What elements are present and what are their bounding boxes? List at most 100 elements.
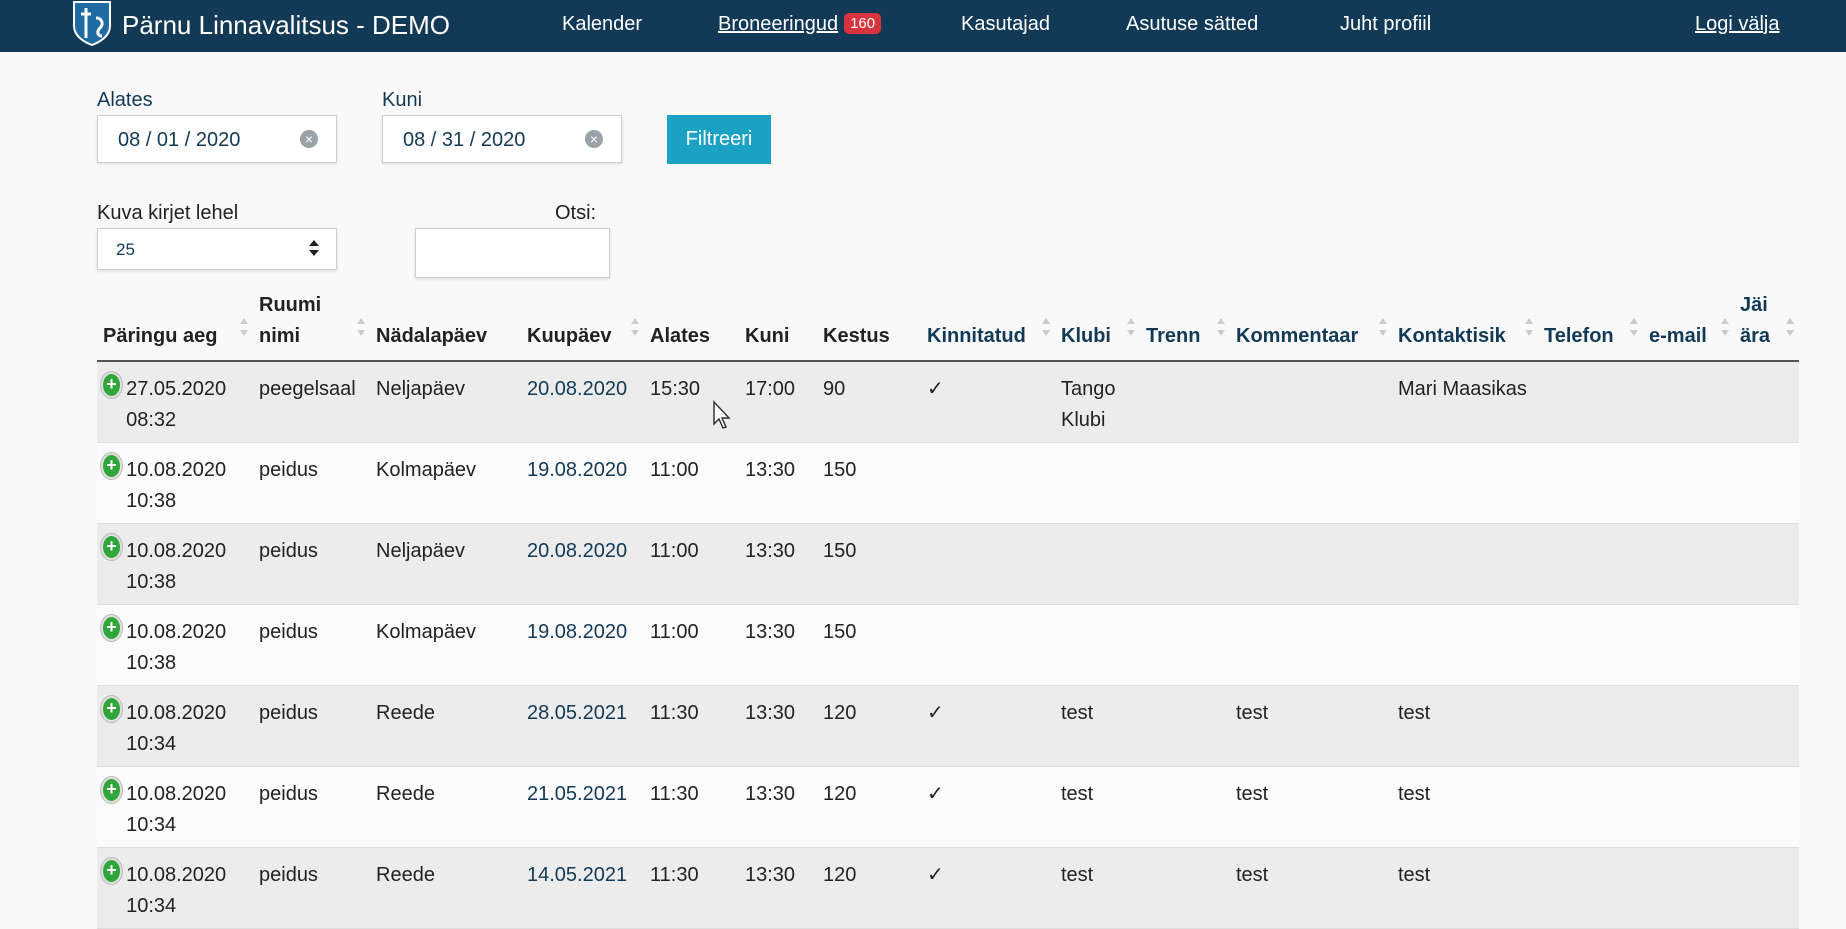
per-page-select[interactable]: 25 <box>97 228 337 270</box>
phone-cell <box>1538 766 1643 848</box>
request-time-cell: +10.08.2020 10:38 <box>97 523 253 605</box>
col-confirmed[interactable]: Kinnitatud <box>921 290 1055 362</box>
sort-arrows-icon <box>631 318 639 336</box>
contact-cell: test <box>1392 847 1538 929</box>
table-row[interactable]: +10.08.2020 10:38 peidus Kolmapäev 19.08.20… <box>97 442 1799 524</box>
plus-circle-icon[interactable]: + <box>103 698 121 720</box>
nav-asutuse-satted[interactable]: Asutuse sätted <box>1126 13 1258 36</box>
nav-kasutajad[interactable]: Kasutajad <box>961 13 1050 36</box>
phone-cell <box>1538 523 1643 605</box>
start-cell: 11:30 <box>644 766 739 848</box>
col-club[interactable]: Klubi <box>1055 290 1140 362</box>
city-crest-icon[interactable] <box>72 0 112 46</box>
bookings-count-badge: 160 <box>844 13 882 34</box>
comment-cell <box>1230 604 1392 686</box>
table-row[interactable]: +10.08.2020 10:38 peidus Neljapäev 20.08.20… <box>97 523 1799 605</box>
table-header-row: Päringu aeg Ruumi nimi Nädalapäev Kuupäe… <box>97 290 1799 362</box>
weekday-cell: Neljapäev <box>370 361 521 443</box>
col-contact[interactable]: Kontaktisik <box>1392 290 1538 362</box>
from-date-input[interactable]: 08 / 01 / 2020 × <box>97 115 337 163</box>
duration-cell: 90 <box>817 361 921 443</box>
sort-arrows-icon <box>240 318 248 336</box>
cancelled-cell <box>1734 361 1799 443</box>
plus-circle-icon[interactable]: + <box>103 860 121 882</box>
end-cell: 17:00 <box>739 361 817 443</box>
contact-cell: test <box>1392 766 1538 848</box>
sort-arrows-icon <box>1525 318 1533 336</box>
filter-button[interactable]: Filtreeri <box>667 115 771 164</box>
nav-kalender[interactable]: Kalender <box>562 13 642 36</box>
bookings-table: Päringu aeg Ruumi nimi Nädalapäev Kuupäe… <box>97 290 1799 929</box>
confirmed-cell <box>921 604 1055 686</box>
col-duration[interactable]: Kestus <box>817 290 921 362</box>
end-cell: 13:30 <box>739 442 817 524</box>
top-navbar: Pärnu Linnavalitsus - DEMO Kalender Bron… <box>0 0 1846 52</box>
duration-cell: 120 <box>817 685 921 767</box>
sort-arrows-icon <box>1127 318 1135 336</box>
room-cell: peidus <box>253 523 370 605</box>
confirmed-cell: ✓ <box>921 685 1055 767</box>
clear-circle-icon[interactable]: × <box>585 130 603 148</box>
date-cell: 19.08.2020 <box>521 442 644 524</box>
club-cell <box>1055 523 1140 605</box>
search-input[interactable] <box>415 228 610 278</box>
logout-link[interactable]: Logi välja <box>1695 13 1780 36</box>
nav-broneeringud[interactable]: Broneeringud 160 <box>718 13 882 36</box>
per-page-value: 25 <box>116 240 135 259</box>
sort-arrows-icon <box>1042 318 1050 336</box>
mouse-pointer-icon <box>713 400 731 429</box>
col-start[interactable]: Alates <box>644 290 739 362</box>
table-row[interactable]: +10.08.2020 10:34 peidus Reede 28.05.2021 11… <box>97 685 1799 767</box>
col-comment[interactable]: Kommentaar <box>1230 290 1392 362</box>
col-date[interactable]: Kuupäev <box>521 290 644 362</box>
to-date-input[interactable]: 08 / 31 / 2020 × <box>382 115 622 163</box>
col-weekday[interactable]: Nädalapäev <box>370 290 521 362</box>
request-time-wrapper: +10.08.2020 10:34 <box>103 698 247 760</box>
club-cell <box>1055 604 1140 686</box>
request-time-cell: +10.08.2020 10:34 <box>97 766 253 848</box>
duration-cell: 150 <box>817 604 921 686</box>
brand-title[interactable]: Pärnu Linnavalitsus - DEMO <box>122 10 450 41</box>
col-cancelled[interactable]: Jäi ära <box>1734 290 1799 362</box>
col-request-time-label: Päringu aeg <box>103 325 218 347</box>
club-cell: test <box>1055 847 1140 929</box>
request-time-text: 27.05.2020 08:32 <box>126 378 227 431</box>
request-time-wrapper: +10.08.2020 10:34 <box>103 860 247 922</box>
end-cell: 13:30 <box>739 604 817 686</box>
col-cancelled-label: Jäi ära <box>1740 294 1771 347</box>
phone-cell <box>1538 361 1643 443</box>
end-cell: 13:30 <box>739 847 817 929</box>
date-cell: 19.08.2020 <box>521 604 644 686</box>
plus-circle-icon[interactable]: + <box>103 536 121 558</box>
col-email[interactable]: e-mail <box>1643 290 1734 362</box>
table-row[interactable]: +10.08.2020 10:34 peidus Reede 14.05.2021 11… <box>97 847 1799 929</box>
table-row[interactable]: +10.08.2020 10:34 peidus Reede 21.05.2021 11… <box>97 766 1799 848</box>
col-room-name[interactable]: Ruumi nimi <box>253 290 370 362</box>
date-cell: 21.05.2021 <box>521 766 644 848</box>
col-phone[interactable]: Telefon <box>1538 290 1643 362</box>
col-room-name-label: Ruumi nimi <box>259 294 322 347</box>
per-page-label: Kuva kirjet lehel <box>97 202 239 224</box>
room-cell: peegelsaal <box>253 361 370 443</box>
request-time-text: 10.08.2020 10:34 <box>126 702 227 755</box>
table-row[interactable]: +10.08.2020 10:38 peidus Kolmapäev 19.08.20… <box>97 604 1799 686</box>
contact-cell <box>1392 604 1538 686</box>
nav-juht-profiil[interactable]: Juht profiil <box>1340 13 1431 36</box>
request-time-wrapper: +10.08.2020 10:34 <box>103 779 247 841</box>
col-training[interactable]: Trenn <box>1140 290 1230 362</box>
plus-circle-icon[interactable]: + <box>103 779 121 801</box>
duration-cell: 150 <box>817 523 921 605</box>
search-label: Otsi: <box>555 202 597 224</box>
col-end[interactable]: Kuni <box>739 290 817 362</box>
col-request-time[interactable]: Päringu aeg <box>97 290 253 362</box>
clear-circle-icon[interactable]: × <box>300 130 318 148</box>
plus-circle-icon[interactable]: + <box>103 455 121 477</box>
training-cell <box>1140 766 1230 848</box>
contact-cell <box>1392 442 1538 524</box>
weekday-cell: Kolmapäev <box>370 604 521 686</box>
club-cell: test <box>1055 766 1140 848</box>
date-cell: 28.05.2021 <box>521 685 644 767</box>
table-row[interactable]: +27.05.2020 08:32 peegelsaal Neljapäev 20.0… <box>97 361 1799 443</box>
plus-circle-icon[interactable]: + <box>103 374 121 396</box>
plus-circle-icon[interactable]: + <box>103 617 121 639</box>
